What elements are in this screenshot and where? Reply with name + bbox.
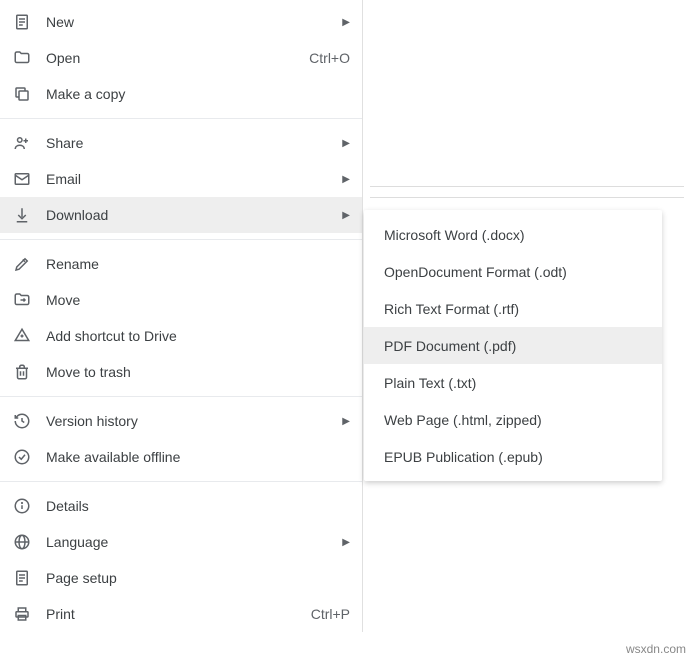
chevron-right-icon: ▶ — [342, 138, 350, 149]
submenu-label: OpenDocument Format (.odt) — [384, 264, 567, 280]
menu-item-share[interactable]: Share ▶ — [0, 125, 362, 161]
watermark: wsxdn.com — [626, 642, 686, 656]
menu-label: Share — [46, 135, 334, 151]
submenu-label: Rich Text Format (.rtf) — [384, 301, 519, 317]
menu-label: New — [46, 14, 334, 30]
chevron-right-icon: ▶ — [342, 174, 350, 185]
menu-item-open[interactable]: Open Ctrl+O — [0, 40, 362, 76]
pencil-icon — [12, 254, 32, 274]
document-icon — [12, 12, 32, 32]
separator — [0, 396, 362, 397]
chevron-right-icon: ▶ — [342, 416, 350, 427]
page-setup-icon — [12, 568, 32, 588]
shortcut-text: Ctrl+P — [311, 606, 350, 622]
menu-item-page-setup[interactable]: Page setup — [0, 560, 362, 596]
chevron-right-icon: ▶ — [342, 210, 350, 221]
menu-item-make-available-offline[interactable]: Make available offline — [0, 439, 362, 475]
download-submenu: Microsoft Word (.docx) OpenDocument Form… — [364, 210, 662, 481]
submenu-item-txt[interactable]: Plain Text (.txt) — [364, 364, 662, 401]
chevron-right-icon: ▶ — [342, 17, 350, 28]
globe-icon — [12, 532, 32, 552]
background-lines — [370, 186, 684, 208]
menu-label: Download — [46, 207, 334, 223]
shortcut-text: Ctrl+O — [309, 50, 350, 66]
menu-label: Move — [46, 292, 350, 308]
email-icon — [12, 169, 32, 189]
menu-item-make-copy[interactable]: Make a copy — [0, 76, 362, 112]
offline-icon — [12, 447, 32, 467]
submenu-item-pdf[interactable]: PDF Document (.pdf) — [364, 327, 662, 364]
menu-label: Details — [46, 498, 350, 514]
menu-item-add-shortcut[interactable]: Add shortcut to Drive — [0, 318, 362, 354]
submenu-label: PDF Document (.pdf) — [384, 338, 516, 354]
separator — [0, 481, 362, 482]
submenu-item-epub[interactable]: EPUB Publication (.epub) — [364, 438, 662, 475]
menu-label: Print — [46, 606, 311, 622]
history-icon — [12, 411, 32, 431]
menu-item-email[interactable]: Email ▶ — [0, 161, 362, 197]
menu-item-download[interactable]: Download ▶ — [0, 197, 362, 233]
copy-icon — [12, 84, 32, 104]
folder-icon — [12, 48, 32, 68]
print-icon — [12, 604, 32, 624]
menu-label: Version history — [46, 413, 334, 429]
menu-label: Make a copy — [46, 86, 350, 102]
menu-item-move-to-trash[interactable]: Move to trash — [0, 354, 362, 390]
menu-label: Email — [46, 171, 334, 187]
menu-label: Add shortcut to Drive — [46, 328, 350, 344]
submenu-item-docx[interactable]: Microsoft Word (.docx) — [364, 216, 662, 253]
file-menu: New ▶ Open Ctrl+O Make a copy Share ▶ Em… — [0, 0, 363, 632]
menu-item-version-history[interactable]: Version history ▶ — [0, 403, 362, 439]
submenu-item-rtf[interactable]: Rich Text Format (.rtf) — [364, 290, 662, 327]
submenu-item-odt[interactable]: OpenDocument Format (.odt) — [364, 253, 662, 290]
move-icon — [12, 290, 32, 310]
trash-icon — [12, 362, 32, 382]
download-icon — [12, 205, 32, 225]
menu-item-new[interactable]: New ▶ — [0, 4, 362, 40]
info-icon — [12, 496, 32, 516]
menu-label: Move to trash — [46, 364, 350, 380]
submenu-label: EPUB Publication (.epub) — [384, 449, 543, 465]
share-icon — [12, 133, 32, 153]
menu-label: Make available offline — [46, 449, 350, 465]
menu-item-move[interactable]: Move — [0, 282, 362, 318]
menu-label: Open — [46, 50, 309, 66]
menu-label: Page setup — [46, 570, 350, 586]
separator — [0, 239, 362, 240]
chevron-right-icon: ▶ — [342, 537, 350, 548]
menu-label: Rename — [46, 256, 350, 272]
menu-label: Language — [46, 534, 334, 550]
submenu-label: Microsoft Word (.docx) — [384, 227, 525, 243]
submenu-label: Plain Text (.txt) — [384, 375, 476, 391]
separator — [0, 118, 362, 119]
submenu-item-html[interactable]: Web Page (.html, zipped) — [364, 401, 662, 438]
add-shortcut-icon — [12, 326, 32, 346]
menu-item-language[interactable]: Language ▶ — [0, 524, 362, 560]
submenu-label: Web Page (.html, zipped) — [384, 412, 542, 428]
menu-item-rename[interactable]: Rename — [0, 246, 362, 282]
menu-item-details[interactable]: Details — [0, 488, 362, 524]
menu-item-print[interactable]: Print Ctrl+P — [0, 596, 362, 632]
